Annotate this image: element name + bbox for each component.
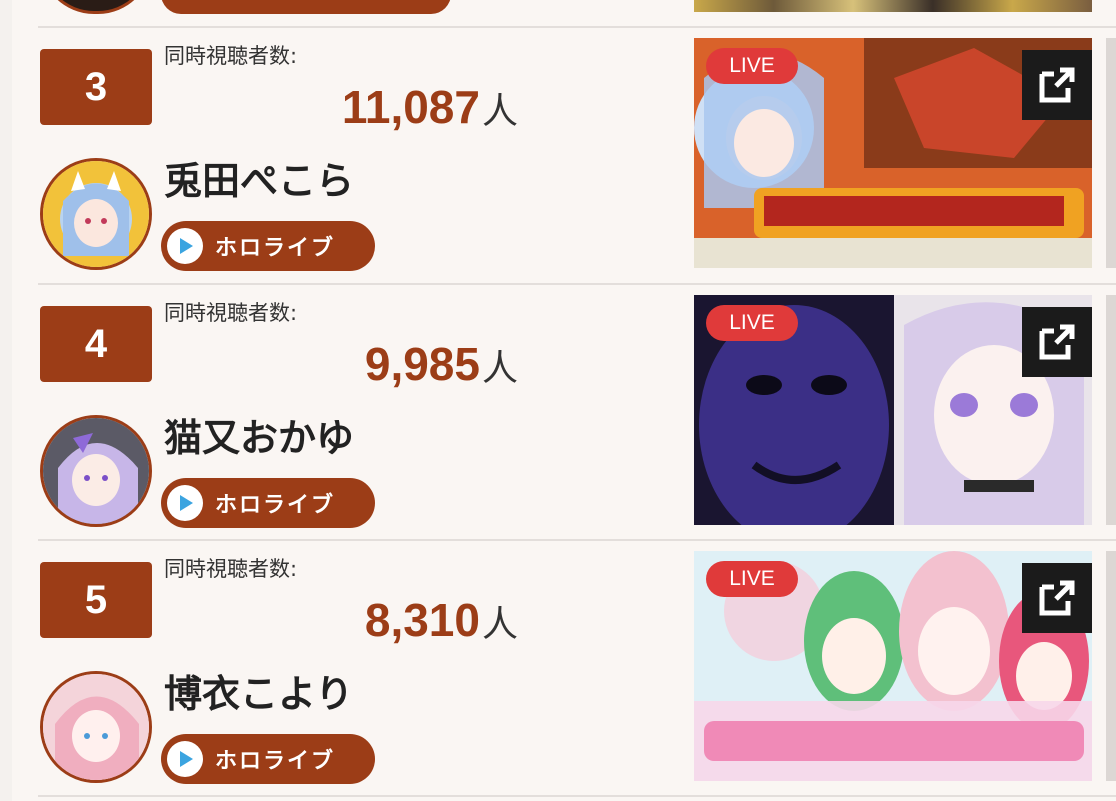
viewer-count-value: 9,985 [364,338,480,390]
streamer-name[interactable]: 博衣こより [164,663,353,718]
external-link-icon[interactable] [1022,563,1092,633]
agency-badge[interactable]: ホロライブ [161,478,375,528]
agency-badge[interactable]: ホロライブ [161,734,375,784]
live-badge: LIVE [706,561,798,597]
avatar-image [43,674,149,780]
ranking-row: 3 同時視聴者数: 11,087 人 兎田ぺこら ホロライブ LIVE [0,28,1116,284]
external-link-glyph [1039,324,1075,360]
viewer-count-label: 同時視聴者数: [164,301,298,325]
agency-label: ホロライブ [215,493,336,518]
agency-label: ホロライブ [215,749,336,774]
viewer-count: 11,087 人 [342,80,518,134]
viewer-count-unit: 人 [481,347,518,388]
viewer-count-label: 同時視聴者数: [164,44,298,68]
ranking-row: 5 同時視聴者数: 8,310 人 博衣こより ホロライブ LIVE [0,541,1116,797]
avatar-image [43,161,149,267]
play-icon [167,741,203,777]
ranking-row: 4 同時視聴者数: 9,985 人 猫又おかゆ ホロライブ LIVE [0,285,1116,541]
viewer-count: 8,310 人 [365,593,518,647]
play-icon [167,228,203,264]
avatar[interactable] [40,671,152,783]
agency-badge[interactable]: ホロライブ [161,221,375,271]
streamer-name[interactable]: 猫又おかゆ [164,407,354,462]
stream-thumbnail[interactable]: LIVE [694,38,1092,268]
viewer-count-value: 8,310 [364,594,480,646]
scroll-edge [1106,551,1116,781]
live-badge: LIVE [706,48,798,84]
external-link-icon[interactable] [1022,307,1092,377]
stream-thumbnail[interactable]: LIVE [694,295,1092,525]
rank-badge: 4 [40,306,152,382]
avatar[interactable] [40,415,152,527]
live-badge: LIVE [706,305,798,341]
previous-row-remnant [0,0,1116,26]
external-link-glyph [1039,67,1075,103]
scroll-edge [1106,38,1116,268]
viewer-count: 9,985 人 [365,337,518,391]
stream-thumbnail[interactable]: LIVE [694,551,1092,781]
avatar[interactable] [40,0,152,14]
viewer-count-unit: 人 [481,603,518,644]
scroll-edge [1106,295,1116,525]
agency-badge[interactable] [161,0,451,14]
viewer-count-unit: 人 [481,90,518,131]
rank-badge: 3 [40,49,152,125]
rank-badge: 5 [40,562,152,638]
stream-thumbnail[interactable] [694,0,1092,12]
play-icon [167,485,203,521]
streamer-name[interactable]: 兎田ぺこら [164,150,354,205]
row-divider [38,795,1116,797]
agency-label: ホロライブ [215,236,336,261]
external-link-glyph [1039,580,1075,616]
avatar[interactable] [40,158,152,270]
avatar-image [43,418,149,524]
viewer-count-label: 同時視聴者数: [164,557,298,581]
viewer-count-value: 11,087 [341,81,480,133]
external-link-icon[interactable] [1022,50,1092,120]
